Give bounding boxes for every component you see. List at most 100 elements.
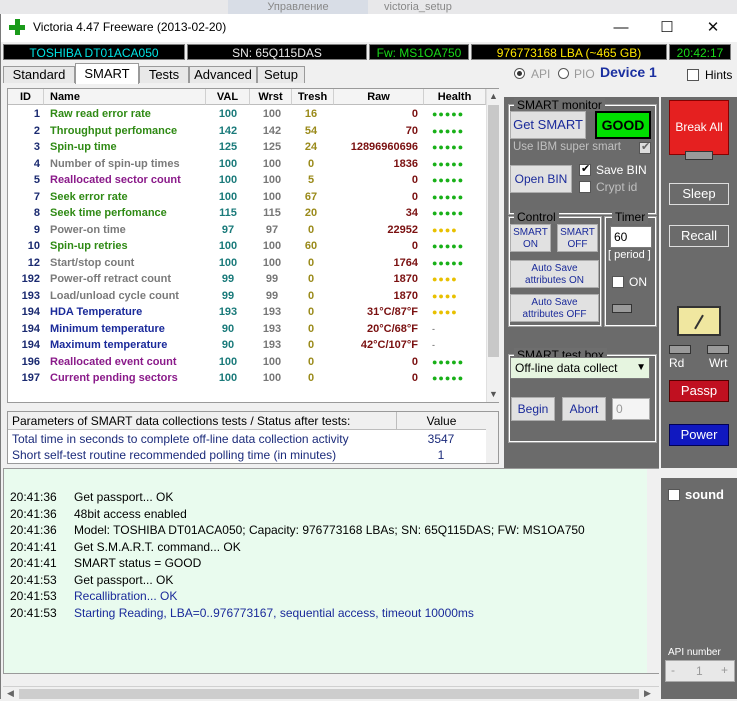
table-row[interactable]: 9 Power-on time 97 97 0 22952 ●●●● [8,222,485,239]
timer-period-input[interactable]: 60 [610,226,652,248]
scroll-down-icon[interactable]: ▼ [489,389,498,399]
table-row[interactable]: 8 Seek time perfomance 115 115 20 34 ●●●●● [8,205,485,222]
attr-wrst: 193 [262,339,282,351]
timer-on-label: ON [629,275,647,289]
scroll-thumb[interactable] [488,105,499,357]
attr-wrst: 100 [262,108,282,120]
table-row[interactable]: 196 Reallocated event count 100 100 0 0 ●●●●● [8,354,485,371]
tab-standard[interactable]: Standard [3,66,75,83]
smart-table-scrollbar[interactable]: ▲ ▼ [486,89,499,402]
attr-health: ●●●●● [432,208,465,218]
pio-label: PIO [574,67,595,81]
open-bin-button[interactable]: Open BIN [510,165,572,193]
scroll-up-icon[interactable]: ▲ [489,91,498,101]
log-message: Recallibration... OK [74,589,178,603]
api-label: API [531,67,551,81]
scroll-left-icon[interactable]: ◀ [7,688,14,699]
params-scrollbar[interactable] [486,412,498,463]
table-row[interactable]: 2 Throughput perfomance 142 142 54 70 ●●●●● [8,123,485,140]
passp-button[interactable]: Passp [669,380,729,402]
attr-tresh: 0 [307,223,315,236]
tab-advanced[interactable]: Advanced [189,66,257,83]
smart-status-badge: GOOD [595,111,651,139]
plus-icon[interactable]: + [721,663,728,677]
attr-health: - [432,323,436,334]
close-button[interactable]: ✕ [690,14,736,42]
attr-id: 4 [33,157,40,170]
table-row[interactable]: 3 Spin-up time 125 125 24 12896960696 ●●●●● [8,139,485,156]
pio-radio[interactable] [558,68,569,79]
attr-id: 2 [33,124,40,137]
log-line: 20:41:53 Get passport... OK [10,572,173,588]
smart-off-button[interactable]: SMART OFF [557,224,598,252]
attr-health: ●●●●● [432,356,465,367]
attr-id: 196 [21,355,40,368]
sleep-button[interactable]: Sleep [669,183,729,205]
smart-on-button[interactable]: SMART ON [510,224,551,252]
params-row-label: Short self-test routine recommended poll… [12,448,337,462]
save-bin-checkbox[interactable]: ✔ [579,163,591,176]
api-radio[interactable] [514,68,525,79]
test-count-field[interactable]: 0 [612,398,650,420]
break-all-button[interactable]: Break All [669,100,729,155]
attr-name: Seek time perfomance [50,207,167,219]
tab-setup[interactable]: Setup [257,66,305,83]
tab-smart[interactable]: SMART [75,63,139,84]
table-row[interactable]: 4 Number of spin-up times 100 100 0 1836 ●●●●● [8,156,485,173]
col-tresh[interactable]: Tresh [292,89,334,105]
hints-checkbox[interactable] [687,69,699,81]
attr-val: 100 [218,256,238,269]
table-row[interactable]: 7 Seek error rate 100 100 67 0 ●●●●● [8,189,485,206]
table-row[interactable]: 194 Minimum temperature 90 193 0 20°C/68°F - [8,321,485,338]
hscroll-thumb[interactable] [19,689,639,699]
background-tab[interactable]: Управление [228,0,368,14]
crypt-id-checkbox[interactable] [579,181,591,193]
timer-on-checkbox[interactable] [612,276,624,288]
table-row[interactable]: 197 Current pending sectors 100 100 0 0 ●●●●● [8,370,485,387]
test-type-selected: Off-line data collect [515,361,618,375]
log-time: 20:41:53 [10,572,57,587]
table-row[interactable]: 193 Load/unload cycle count 99 99 0 1870 ●●●● [8,288,485,305]
scroll-right-icon[interactable]: ▶ [644,688,651,699]
col-raw[interactable]: Raw [334,89,424,105]
autosave-on-button[interactable]: Auto Save attributes ON [510,260,599,288]
minus-icon[interactable]: - [671,663,675,677]
recall-button[interactable]: Recall [669,225,729,247]
attr-raw: 34 [405,207,418,219]
get-smart-button[interactable]: Get SMART [510,111,586,139]
abort-button[interactable]: Abort [562,397,606,421]
log-time: 20:41:36 [10,506,57,521]
table-row[interactable]: 192 Power-off retract count 99 99 0 1870 ●●●● [8,271,485,288]
col-val[interactable]: VAL [206,89,250,105]
maximize-button[interactable]: ☐ [644,14,690,42]
api-number-stepper[interactable]: - 1 + [665,660,735,682]
table-row[interactable]: 5 Reallocated sector count 100 100 5 0 ●●●●● [8,172,485,189]
begin-button[interactable]: Begin [511,397,555,421]
attr-tresh: 0 [307,256,315,269]
log-line: 20:41:53 Starting Reading, LBA=0..9767731… [10,605,474,621]
col-id[interactable]: ID [8,89,44,105]
table-row[interactable]: 194 Maximum temperature 90 193 0 42°C/107°F - [8,337,485,354]
attr-name: Power-on time [50,223,126,236]
minimize-button[interactable]: — [598,14,644,42]
background-tab[interactable]: victoria_setup [380,0,520,14]
table-row[interactable]: 10 Spin-up retries 100 100 60 0 ●●●●● [8,238,485,255]
table-row[interactable]: 1 Raw read error rate 100 100 16 0 ●●●●● [8,106,485,123]
title-bar: Victoria 4.47 Freeware (2013-02-20) — ☐ … [1,14,737,42]
col-name[interactable]: Name [44,89,206,105]
tab-tests[interactable]: Tests [139,66,189,83]
attr-tresh: 0 [307,306,315,318]
power-button[interactable]: Power [669,424,729,446]
ibm-super-smart-checkbox[interactable]: ✔ [639,141,651,154]
log-panel[interactable]: 20:41:36 Get passport... OK 20:41:36 48bit … [3,468,659,674]
params-value-header: Value [396,412,486,430]
attr-tresh: 20 [304,207,318,219]
col-wrst[interactable]: Wrst [250,89,292,105]
table-row[interactable]: 12 Start/stop count 100 100 0 1764 ●●●●● [8,255,485,272]
log-scrollbar[interactable] [647,469,659,673]
test-type-select[interactable]: Off-line data collect ▼ [510,357,650,379]
sound-checkbox[interactable] [668,489,680,501]
autosave-off-button[interactable]: Auto Save attributes OFF [510,294,599,322]
col-health[interactable]: Health [424,89,486,105]
table-row[interactable]: 194 HDA Temperature 193 193 0 31°C/87°F ●●●● [8,304,485,321]
